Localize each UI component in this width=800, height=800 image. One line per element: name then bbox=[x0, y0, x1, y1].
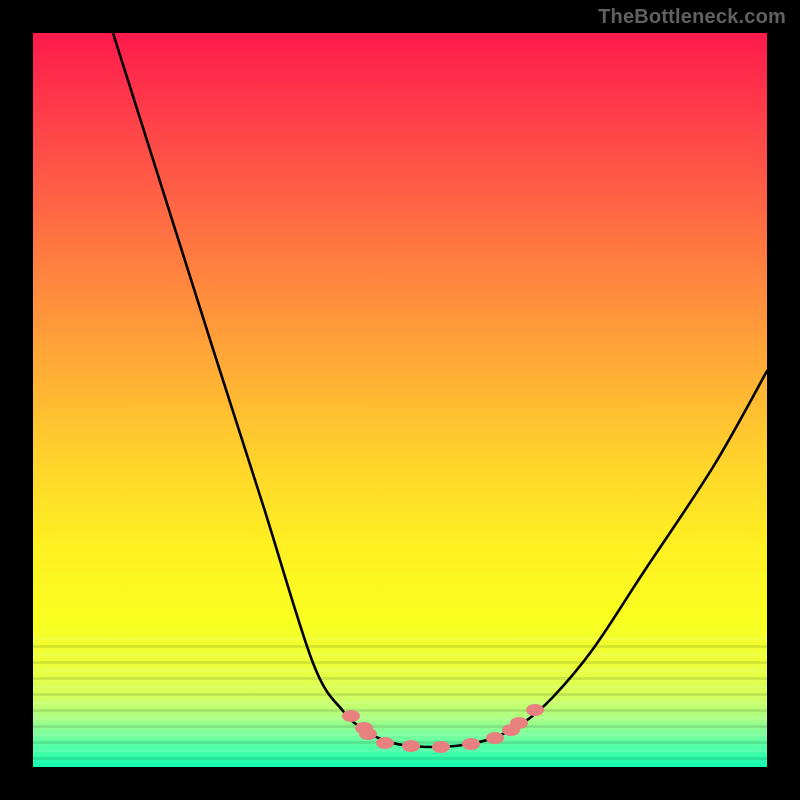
highlight-dot bbox=[359, 728, 377, 740]
highlight-dot bbox=[432, 741, 450, 753]
highlight-dot bbox=[376, 737, 394, 749]
chart-frame: TheBottleneck.com bbox=[0, 0, 800, 800]
highlight-dot bbox=[342, 710, 360, 722]
highlight-markers bbox=[342, 704, 544, 753]
highlight-dot bbox=[510, 717, 528, 729]
highlight-dot bbox=[402, 740, 420, 752]
highlight-dot bbox=[462, 738, 480, 750]
highlight-dot bbox=[486, 732, 504, 744]
bottleneck-curve bbox=[113, 33, 767, 747]
watermark-text: TheBottleneck.com bbox=[598, 6, 786, 29]
plot-area bbox=[33, 33, 767, 767]
highlight-dot bbox=[526, 704, 544, 716]
curve-svg bbox=[33, 33, 767, 767]
